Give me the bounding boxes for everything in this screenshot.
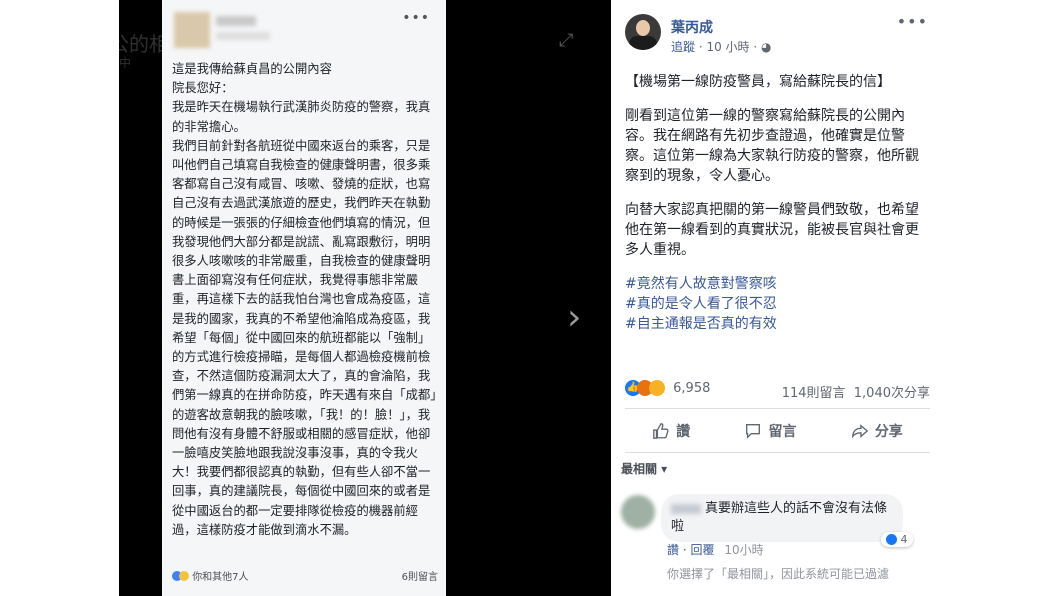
like-label: 讚	[676, 424, 691, 440]
wow-reaction-icon	[179, 571, 189, 581]
share-button[interactable]: 分享	[851, 421, 903, 441]
post-panel: 葉丙成 追蹤 · 10 小時 · ◕ ••• 【機場第一線防疫警員，寫給蘇院長的…	[611, 0, 942, 596]
screenshot-header: •••	[162, 0, 446, 58]
comment-button[interactable]: 留言	[744, 421, 796, 441]
screenshot-line: 院長您好：	[172, 81, 234, 96]
share-count[interactable]: 1,040次分享	[854, 386, 930, 401]
post-options-icon[interactable]: •••	[897, 12, 928, 31]
follow-link[interactable]: 追蹤	[671, 40, 695, 54]
screenshot-line: 我們目前針對各航班從中國來返台的乘客，只是叫他們自己填寫自我檢查的健康聲明書，很…	[172, 138, 437, 537]
hashtag-link[interactable]: #自主通報是否真的有效	[625, 314, 930, 334]
post-stats: 👍 6,958 114則留言 1,040次分享	[625, 380, 930, 404]
blurred-name	[216, 16, 256, 26]
post-paragraph: 【機場第一線防疫警員，寫給蘇院長的信】	[625, 74, 891, 90]
author-name[interactable]: 葉丙成	[671, 17, 713, 37]
thumbs-up-icon	[653, 423, 669, 439]
expand-icon[interactable]: ⤢	[559, 30, 573, 51]
background-subtext: 中	[119, 56, 132, 70]
screenshot-comments-text: 6則留言	[401, 572, 438, 583]
comment-reactions[interactable]: 4	[881, 532, 913, 547]
post-meta: 追蹤 · 10 小時 · ◕	[671, 38, 771, 55]
screenshot-line: 我是昨天在機場執行武漢肺炎防疫的警察，我真的非常擔心。	[172, 100, 431, 134]
commenter-avatar[interactable]	[621, 495, 655, 529]
sad-reaction-icon	[649, 380, 665, 396]
blurred-avatar	[174, 12, 210, 48]
like-reaction-icon	[886, 534, 897, 545]
shared-screenshot: ••• 這是我傳給蘇貞昌的公開內容 院長您好： 我是昨天在機場執行武漢肺炎防疫的…	[162, 0, 446, 596]
screenshot-footer: 你和其他7人 6則留言	[172, 568, 438, 583]
divider	[625, 452, 930, 453]
comment-actions: 讚 · 回覆 10小時	[667, 543, 764, 557]
comment-reply-link[interactable]: 回覆	[690, 543, 714, 557]
post-time[interactable]: · 10 小時 · ◕	[699, 40, 772, 54]
comment-icon	[746, 424, 761, 439]
comment-share-counts: 114則留言 1,040次分享	[782, 382, 930, 401]
comment-bubble: 真要辦這些人的話不會沒有法條啦	[661, 494, 903, 542]
like-button[interactable]: 讚	[652, 421, 690, 441]
comment-count[interactable]: 114則留言	[782, 386, 846, 401]
hashtag-link[interactable]: #竟然有人故意對警察咳	[625, 274, 930, 294]
screenshot-line: 這是我傳給蘇貞昌的公開內容	[172, 62, 332, 76]
post-body: 【機場第一線防疫警員，寫給蘇院長的信】 剛看到這位第一線的警察寫給蘇院長的公開內…	[625, 72, 930, 334]
screenshot-reactions-text: 你和其他7人	[192, 572, 249, 583]
comment-like-link[interactable]: 讚	[667, 543, 679, 557]
next-arrow-icon[interactable]: ›	[567, 300, 581, 336]
reaction-count[interactable]: 6,958	[673, 381, 710, 396]
post-paragraph: 剛看到這位第一線的警察寫給蘇院長的公開內容。我在網路有先初步查證過，他確實是位警…	[625, 108, 919, 184]
post-actions: 讚 留言 分享	[625, 416, 930, 446]
filter-notice: 你選擇了「最相關」，因此系統可能已過濾	[667, 567, 890, 581]
comment-filter-dropdown[interactable]: 最相關 ▾	[621, 460, 667, 477]
comment-text: 真要辦這些人的話不會沒有法條啦	[671, 501, 888, 534]
screenshot-text: 這是我傳給蘇貞昌的公開內容 院長您好： 我是昨天在機場執行武漢肺炎防疫的警察，我…	[172, 60, 437, 540]
more-options-icon: •••	[402, 10, 430, 26]
divider	[625, 408, 930, 409]
hashtag-link[interactable]: #真的是令人看了很不忍	[625, 294, 930, 314]
share-icon	[851, 424, 869, 439]
comment-reaction-count: 4	[900, 533, 908, 546]
author-avatar[interactable]	[625, 14, 661, 50]
comment-time[interactable]: 10小時	[724, 543, 763, 557]
blurred-time	[216, 32, 270, 40]
hashtag-list: #竟然有人故意對警察咳 #真的是令人看了很不忍 #自主通報是否真的有效	[625, 274, 930, 334]
comment-label: 留言	[768, 424, 797, 440]
post-paragraph: 向替大家認真把關的第一線警員們致敬，也希望他在第一線看到的真實狀況，能被長官與社…	[625, 202, 919, 258]
commenter-name[interactable]	[671, 503, 701, 514]
share-label: 分享	[874, 424, 903, 440]
